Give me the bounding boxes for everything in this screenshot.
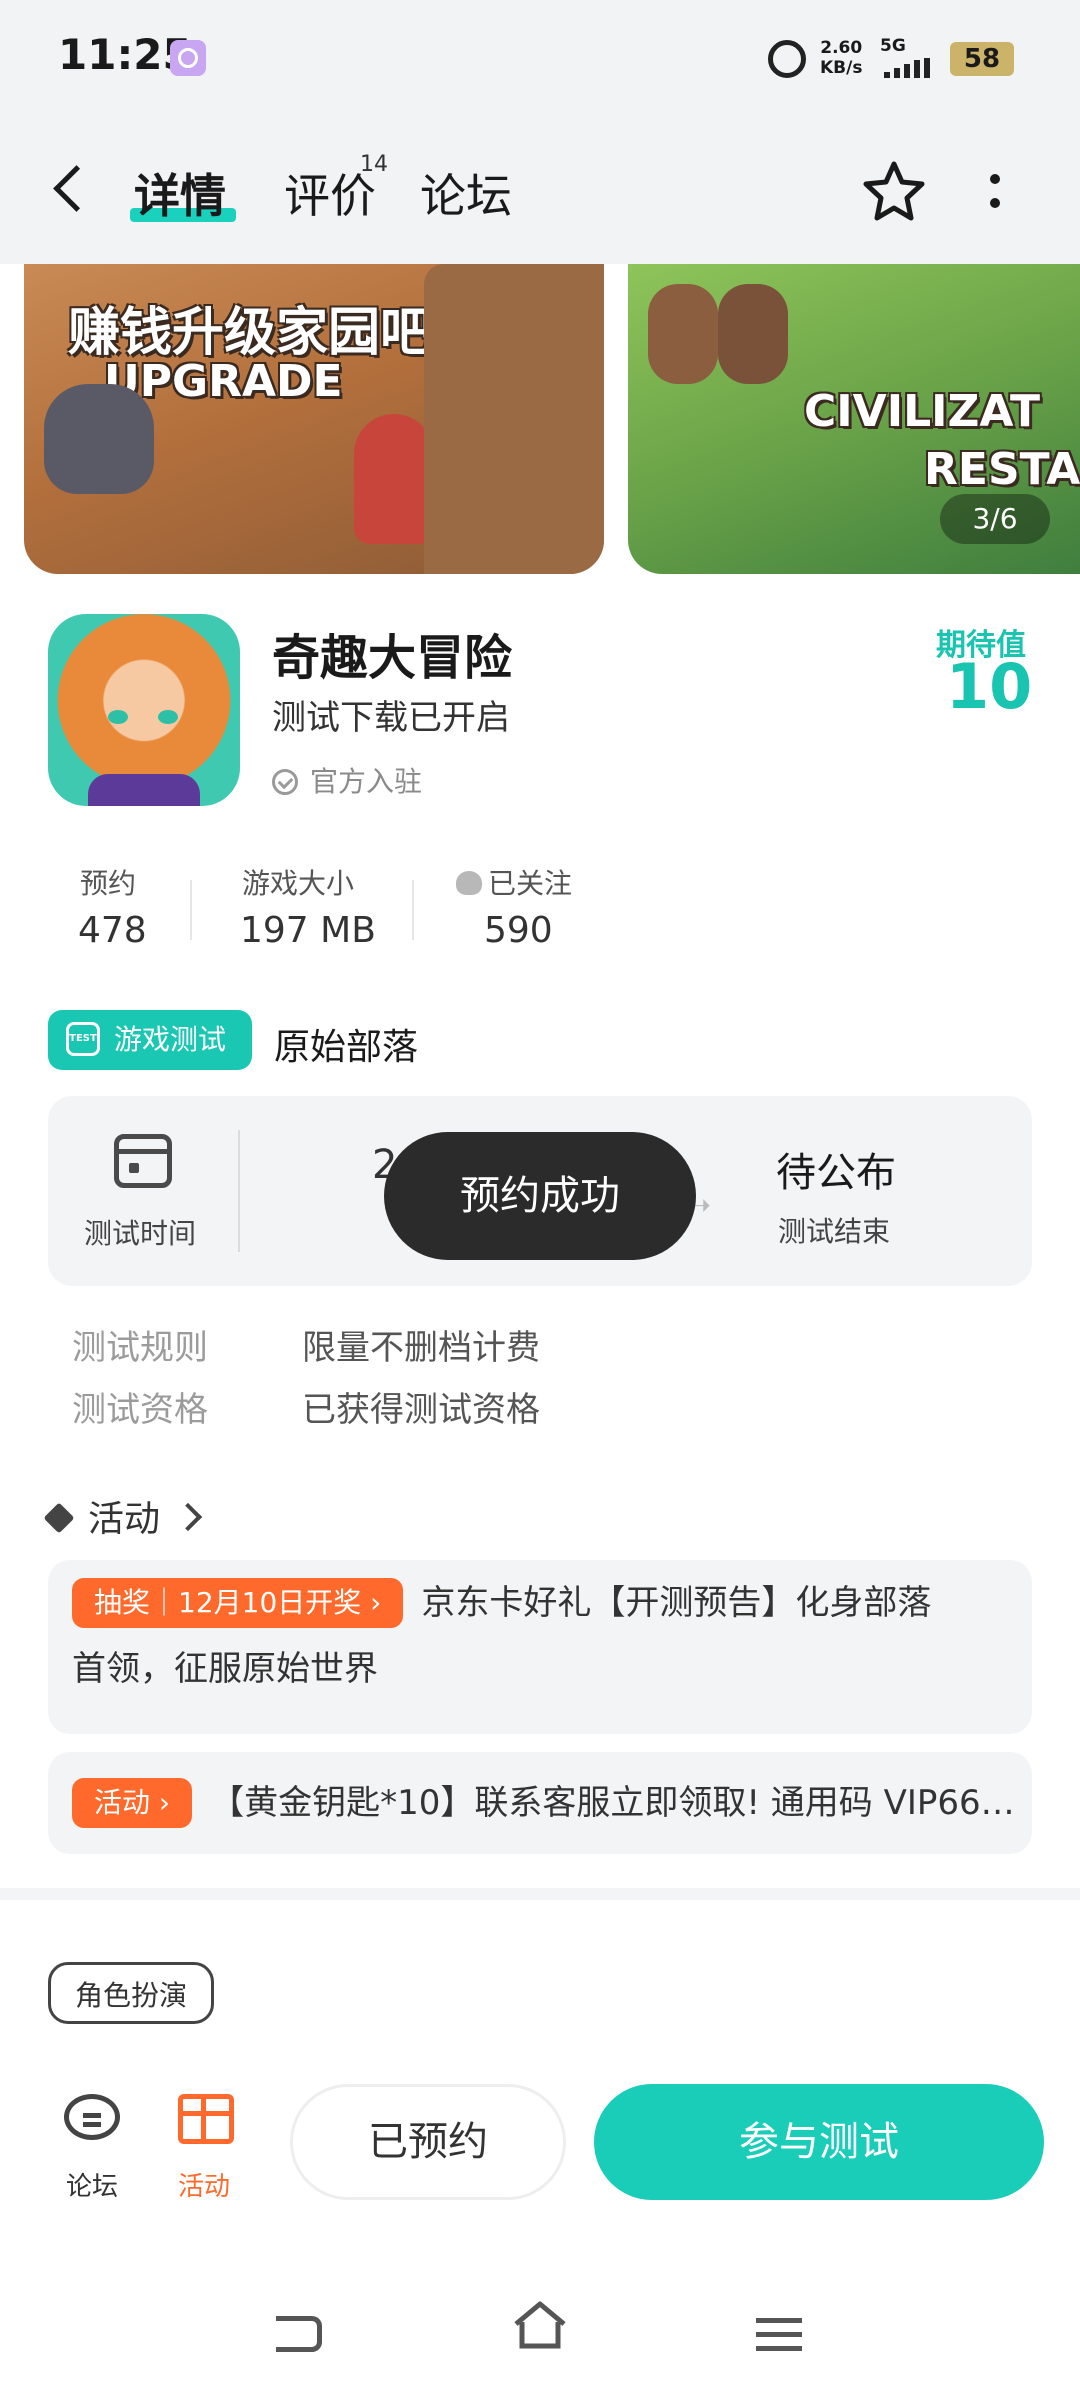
app-icon xyxy=(48,614,240,806)
app-icon-eye-left xyxy=(108,710,128,724)
calendar-icon xyxy=(114,1134,172,1188)
nav-back-icon[interactable] xyxy=(276,2316,322,2352)
tab-forum[interactable]: 论坛 xyxy=(420,160,512,226)
nav-home-icon[interactable] xyxy=(512,2300,568,2350)
gallery-counter: 3/6 xyxy=(940,494,1050,544)
check-circle-icon xyxy=(272,769,298,795)
activity-tag: 活动 › xyxy=(72,1778,193,1828)
star-favorite-icon[interactable] xyxy=(862,158,926,226)
caveman-character-2 xyxy=(718,284,788,384)
activity-text: 京东卡好礼【开测预告】化身部落 xyxy=(421,1583,932,1623)
qualification-value: 已获得测试资格 xyxy=(302,1390,540,1430)
stat-follow-label[interactable]: 已关注 xyxy=(456,862,572,902)
stat-reserve-value: 478 xyxy=(78,910,147,951)
forum-label[interactable]: 论坛 xyxy=(66,2166,118,2203)
test-end-label: 测试结束 xyxy=(778,1215,891,1248)
stat-size-value: 197 MB xyxy=(240,910,376,951)
screenshot-2-subtitle: RESTA xyxy=(924,444,1080,495)
alarm-icon xyxy=(768,40,806,78)
activity-text-line2: 首领，征服原始世界 xyxy=(72,1649,378,1689)
app-subtitle: 测试下载已开启 xyxy=(272,698,510,738)
rule-value: 限量不删档计费 xyxy=(302,1328,540,1368)
tower-illustration xyxy=(424,264,604,574)
wolf-character xyxy=(44,384,154,494)
game-test-badge: TEST 游戏测试 xyxy=(48,1010,252,1070)
official-badge: 官方入驻 xyxy=(272,760,422,800)
activity-card[interactable]: 抽奖｜12月10日开奖 › 京东卡好礼【开测预告】化身部落 首领，征服原始世界 xyxy=(48,1560,1032,1734)
stat-follow-value: 590 xyxy=(484,910,553,951)
test-time-label: 测试时间 xyxy=(84,1217,197,1250)
card-divider xyxy=(238,1130,240,1252)
stat-reserve-label: 预约 xyxy=(80,867,137,900)
test-icon: TEST xyxy=(66,1022,100,1056)
toast-message: 预约成功 xyxy=(384,1132,696,1260)
activity-tag: 抽奖｜12月10日开奖 › xyxy=(72,1578,404,1628)
rule-label: 测试规则 xyxy=(72,1328,208,1368)
signal-icon xyxy=(884,58,940,82)
nav-menu-icon[interactable] xyxy=(756,2318,802,2323)
pin-icon xyxy=(43,1502,75,1534)
join-test-button[interactable]: 参与测试 xyxy=(594,2084,1044,2200)
network-speed: 2.60 KB/s xyxy=(820,38,863,78)
chevron-right-icon xyxy=(173,1502,203,1532)
notification-app-icon xyxy=(170,40,206,76)
expect-value: 10 xyxy=(946,650,1033,723)
screenshot-1[interactable]: 赚钱升级家园吧! UPGRADE xyxy=(24,264,604,574)
activity-text: 【黄金钥匙*10】联系客服立即领取! 通用码 VIP66… xyxy=(210,1783,1015,1823)
qualification-label: 测试资格 xyxy=(72,1390,208,1430)
tab-details[interactable]: 详情 xyxy=(134,160,226,226)
section-divider xyxy=(0,1888,1080,1900)
gift-icon[interactable] xyxy=(178,2094,234,2144)
screenshot-1-title: 赚钱升级家园吧! xyxy=(68,303,456,363)
activities-header[interactable]: 活动 xyxy=(43,1490,203,1542)
more-menu-icon[interactable] xyxy=(990,174,1000,184)
heart-icon xyxy=(456,871,482,895)
test-name: 原始部落 xyxy=(274,1027,419,1068)
app-icon-eye-right xyxy=(158,710,178,724)
genre-tag[interactable]: 角色扮演 xyxy=(48,1962,215,2024)
battery-indicator: 58 xyxy=(950,42,1014,76)
app-icon-collar xyxy=(88,774,200,806)
activity-label[interactable]: 活动 xyxy=(178,2166,230,2203)
test-end-value: 待公布 xyxy=(776,1150,896,1196)
reserved-button[interactable]: 已预约 xyxy=(290,2084,566,2200)
app-name: 奇趣大冒险 xyxy=(272,630,513,686)
forum-icon[interactable] xyxy=(64,2094,120,2140)
review-count-badge: 14 xyxy=(360,152,388,177)
screenshot-2-title: CIVILIZAT xyxy=(804,386,1041,437)
stat-divider xyxy=(412,880,414,940)
hero-character xyxy=(354,414,434,544)
stat-divider xyxy=(190,880,192,940)
activity-card[interactable]: 活动 › 【黄金钥匙*10】联系客服立即领取! 通用码 VIP66… xyxy=(48,1752,1032,1854)
caveman-character-1 xyxy=(648,284,718,384)
network-type: 5G xyxy=(880,36,906,56)
stat-size-label: 游戏大小 xyxy=(242,867,355,900)
